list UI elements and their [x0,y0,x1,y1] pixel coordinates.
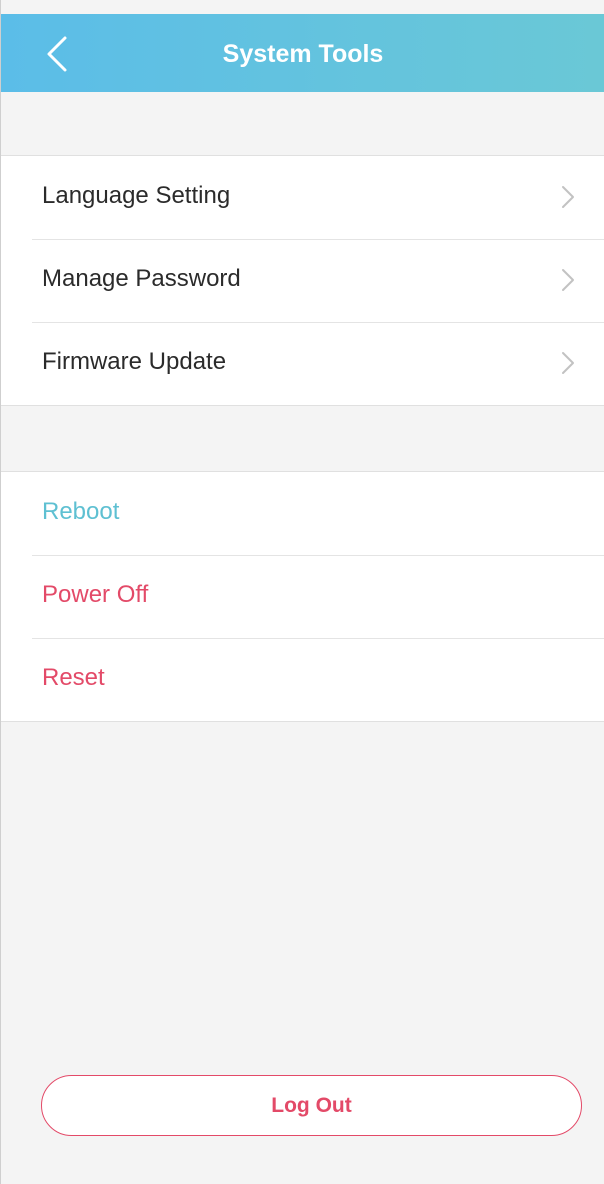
firmware-update-label: Firmware Update [42,348,227,375]
settings-group: Language Setting Manage Password Firmwar… [1,155,604,406]
power-off-label: Power Off [42,581,149,608]
reset-label: Reset [42,664,105,691]
manage-password-label: Manage Password [42,265,241,292]
chevron-right-icon [562,352,574,374]
header-bar: System Tools [1,14,604,92]
log-out-label: Log Out [271,1093,352,1117]
reboot-label: Reboot [42,498,120,525]
chevron-right-icon [562,269,574,291]
reboot-item[interactable]: Reboot [1,472,604,555]
system-tools-screen: System Tools Language Setting Manage Pas… [0,0,604,1184]
page-title: System Tools [222,40,384,68]
power-off-item[interactable]: Power Off [1,555,604,638]
language-setting-item[interactable]: Language Setting [1,156,604,239]
language-setting-label: Language Setting [42,182,231,209]
reset-item[interactable]: Reset [1,638,604,721]
manage-password-item[interactable]: Manage Password [1,239,604,322]
actions-group: Reboot Power Off Reset [1,471,604,722]
firmware-update-item[interactable]: Firmware Update [1,322,604,405]
log-out-button[interactable]: Log Out [41,1075,582,1136]
chevron-right-icon [562,186,574,208]
